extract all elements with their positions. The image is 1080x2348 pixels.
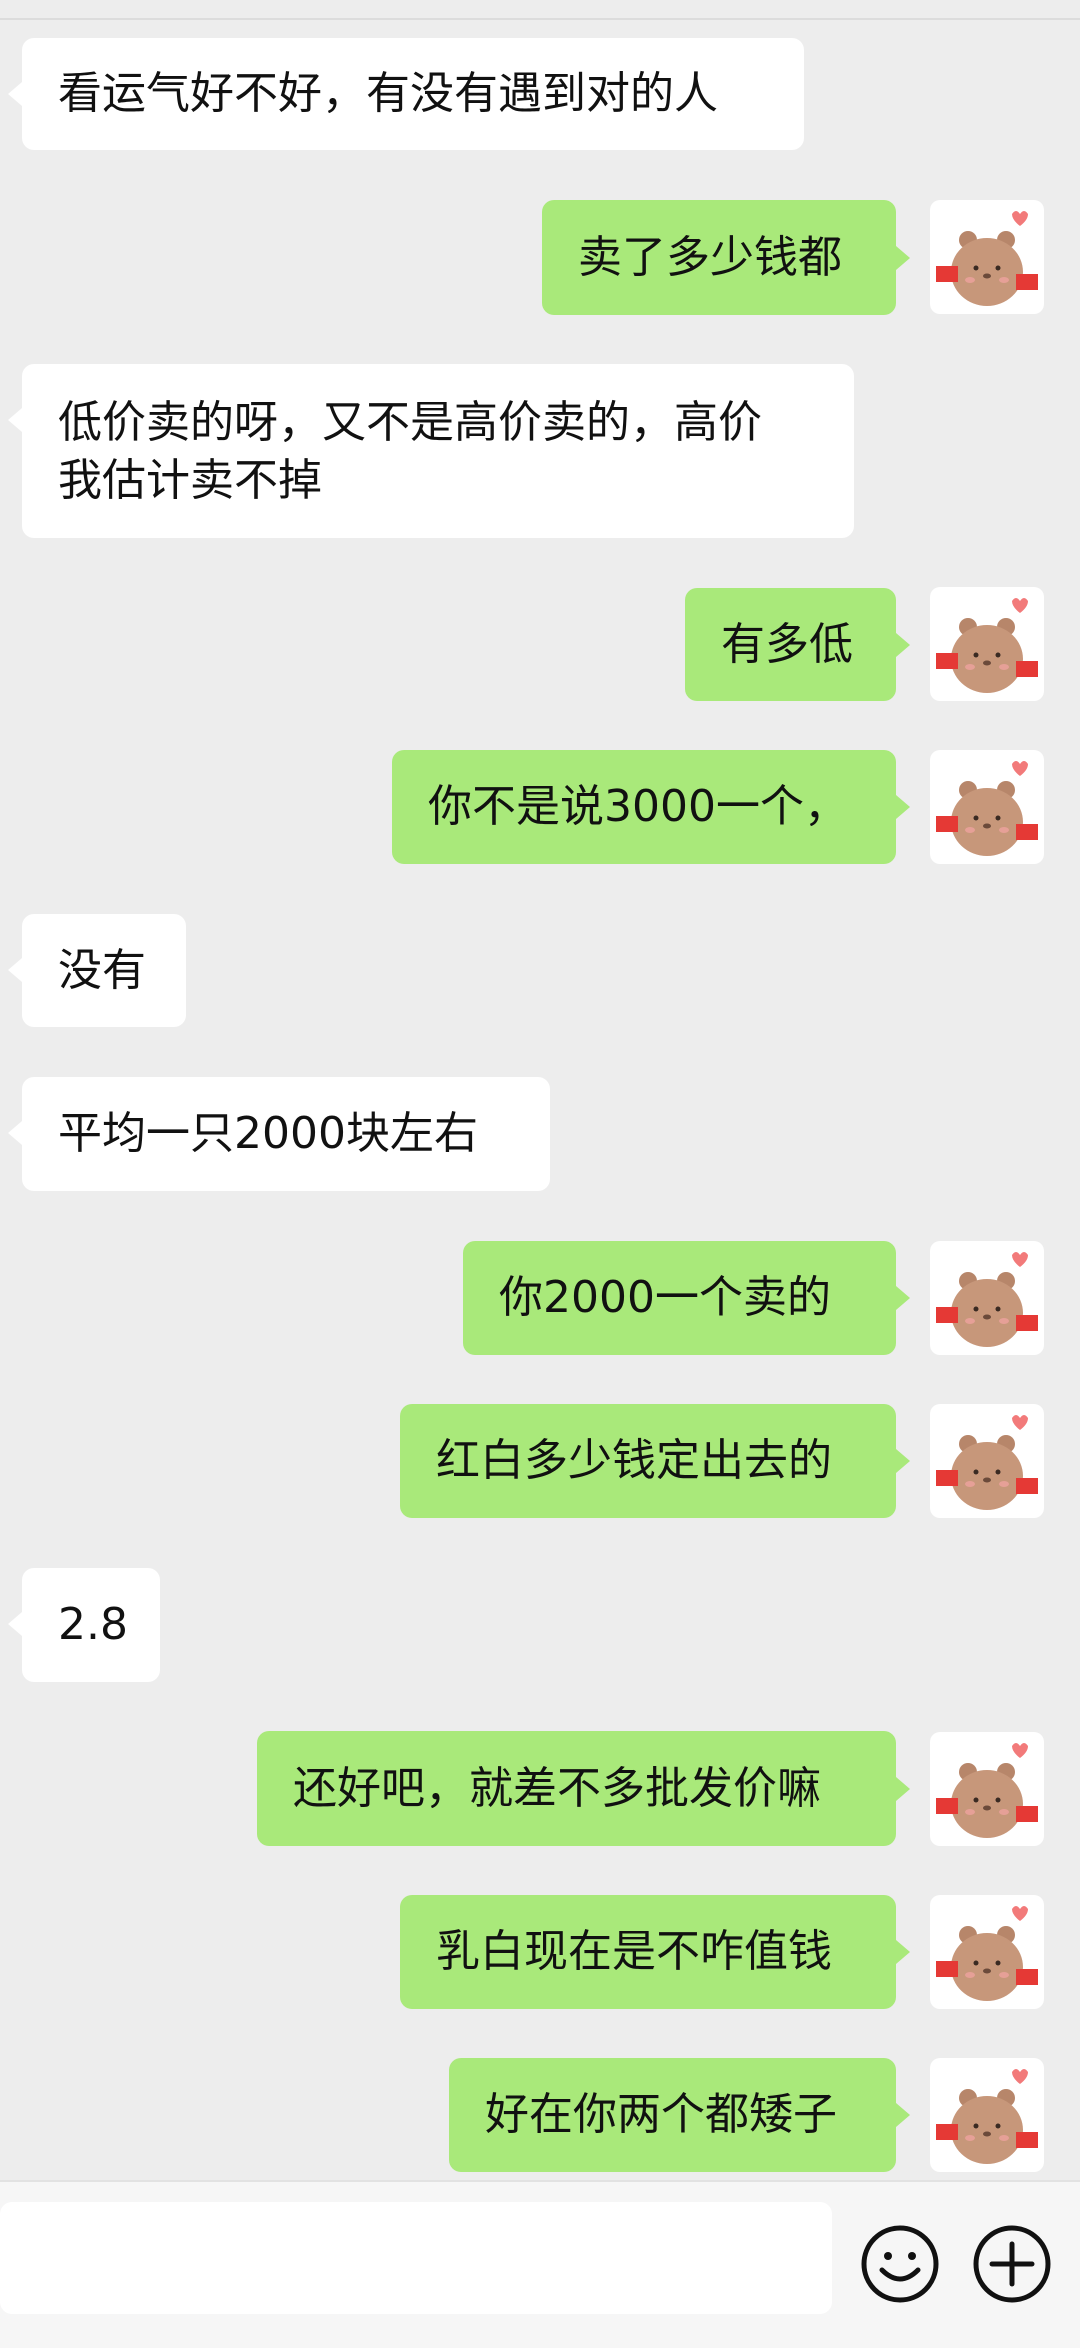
message-text: 平均一只2000块左右 bbox=[58, 1108, 478, 1159]
message-bubble[interactable]: 看运气好不好，有没有遇到对的人 bbox=[22, 38, 804, 150]
input-bar bbox=[0, 2180, 1080, 2348]
message-text: 红白多少钱定出去的 bbox=[436, 1435, 832, 1486]
message-bubble[interactable]: 你2000一个卖的 bbox=[463, 1241, 896, 1355]
message-text: 没有 bbox=[58, 944, 146, 996]
message-text: 低价卖的呀，又不是高价卖的，高价 我估计卖不掉 bbox=[58, 397, 762, 506]
bear-with-flag-icon bbox=[936, 1252, 1038, 1347]
message-bubble[interactable]: 平均一只2000块左右 bbox=[22, 1077, 550, 1191]
avatar[interactable] bbox=[930, 750, 1044, 864]
avatar[interactable] bbox=[930, 1241, 1044, 1355]
plus-circle-icon bbox=[973, 2225, 1051, 2303]
bear-with-flag-icon bbox=[936, 1906, 1038, 2001]
message-text: 好在你两个都矮子 bbox=[485, 2089, 837, 2140]
message-text: 还好吧，就差不多批发价嘛 bbox=[293, 1762, 821, 1814]
message-text: 你不是说3000一个， bbox=[428, 781, 848, 832]
message-text: 2.8 bbox=[58, 1599, 128, 1650]
message-bubble[interactable]: 有多低 bbox=[685, 588, 896, 701]
message-bubble[interactable]: 低价卖的呀，又不是高价卖的，高价 我估计卖不掉 bbox=[22, 364, 854, 538]
avatar[interactable] bbox=[930, 1732, 1044, 1846]
message-bubble[interactable]: 红白多少钱定出去的 bbox=[400, 1404, 896, 1518]
message-bubble[interactable]: 没有 bbox=[22, 914, 186, 1027]
message-text: 看运气好不好，有没有遇到对的人 bbox=[58, 68, 718, 119]
avatar[interactable] bbox=[930, 2058, 1044, 2172]
bear-with-flag-icon bbox=[936, 2069, 1038, 2164]
message-bubble[interactable]: 乳白现在是不咋值钱 bbox=[400, 1895, 896, 2009]
bear-with-flag-icon bbox=[936, 598, 1038, 693]
avatar[interactable] bbox=[930, 1404, 1044, 1518]
message-bubble[interactable]: 2.8 bbox=[22, 1568, 160, 1682]
message-text: 你2000一个卖的 bbox=[499, 1272, 831, 1323]
avatar[interactable] bbox=[930, 200, 1044, 314]
avatar[interactable] bbox=[930, 587, 1044, 701]
plus-button[interactable] bbox=[970, 2222, 1054, 2306]
emoji-button[interactable] bbox=[858, 2222, 942, 2306]
message-bubble[interactable]: 好在你两个都矮子 bbox=[449, 2058, 896, 2172]
bear-with-flag-icon bbox=[936, 761, 1038, 856]
avatar[interactable] bbox=[930, 1895, 1044, 2009]
message-bubble[interactable]: 你不是说3000一个， bbox=[392, 750, 896, 864]
bear-with-flag-icon bbox=[936, 211, 1038, 306]
message-input[interactable] bbox=[0, 2202, 832, 2314]
message-text: 乳白现在是不咋值钱 bbox=[436, 1926, 832, 1977]
message-text: 有多低 bbox=[721, 618, 853, 670]
bear-with-flag-icon bbox=[936, 1415, 1038, 1510]
message-text: 卖了多少钱都 bbox=[578, 231, 842, 283]
chat-message-list[interactable]: 看运气好不好，有没有遇到对的人 卖了多少钱都 低价卖的呀，又不是高价卖的，高价 … bbox=[0, 0, 1080, 2180]
message-bubble[interactable]: 还好吧，就差不多批发价嘛 bbox=[257, 1731, 896, 1846]
emoji-smile-icon bbox=[861, 2225, 939, 2303]
bear-with-flag-icon bbox=[936, 1743, 1038, 1838]
message-bubble[interactable]: 卖了多少钱都 bbox=[542, 200, 896, 315]
